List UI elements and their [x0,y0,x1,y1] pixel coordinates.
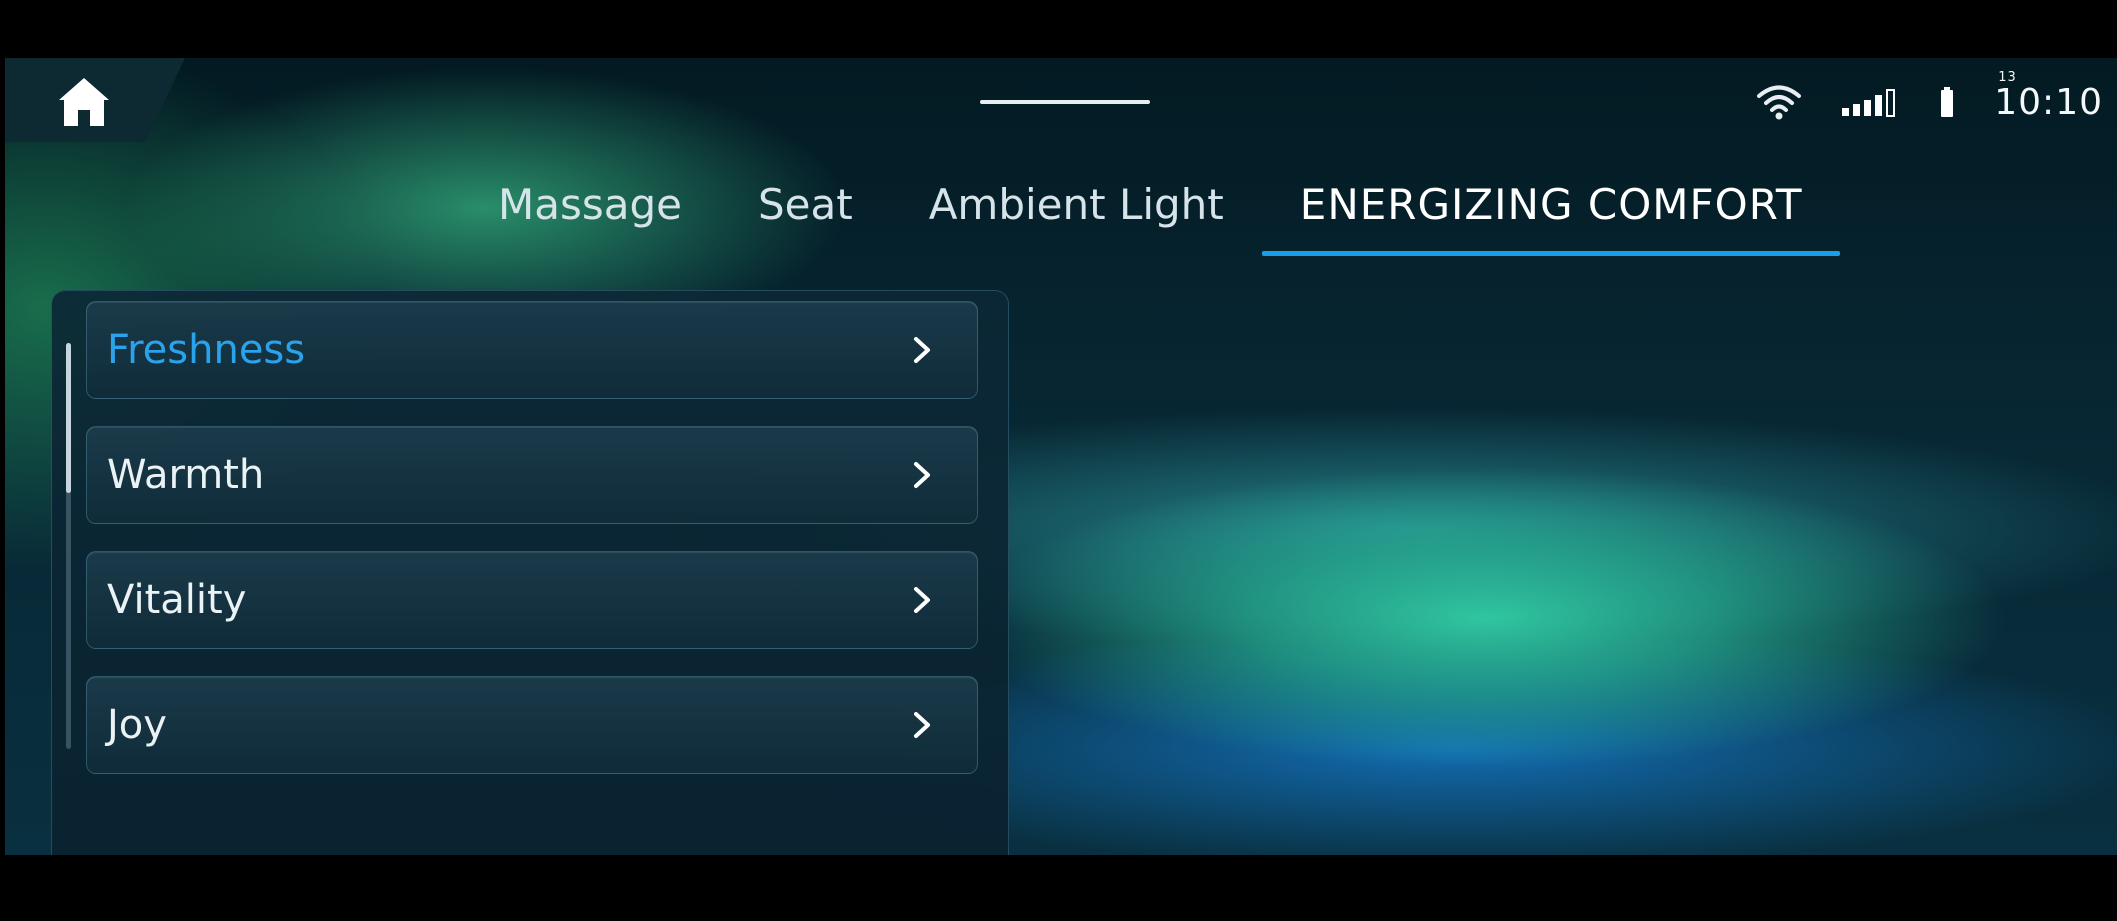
signal-strength-icon [1842,89,1896,117]
tab-seat[interactable]: Seat [720,166,891,244]
infotainment-screen: 13 10:10 Massage Seat Ambient Light ENER… [5,58,2117,855]
drag-handle[interactable] [980,100,1150,104]
tab-bar: Massage Seat Ambient Light ENERGIZING CO… [460,166,1841,256]
chevron-right-icon [914,712,930,738]
menu-item-label: Warmth [107,452,265,498]
clock-time: 10:10 [1994,81,2103,123]
home-tab[interactable] [5,58,185,142]
clock-superscript: 13 [1998,69,2017,85]
menu-item-label: Vitality [107,577,247,623]
tab-energizing-comfort[interactable]: ENERGIZING COMFORT [1261,166,1841,256]
battery-icon [1941,87,1954,117]
chevron-right-icon [914,587,930,613]
wifi-icon [1757,85,1802,120]
scrollbar[interactable] [66,343,71,749]
chevron-right-icon [914,337,930,363]
menu-item-label: Freshness [107,327,306,373]
tab-ambient-light[interactable]: Ambient Light [891,166,1262,244]
home-icon[interactable] [57,76,111,128]
energizing-menu-panel: Freshness Warmth Vitality Joy [51,290,1009,855]
menu-item-joy[interactable]: Joy [86,676,978,774]
clock: 13 10:10 [1994,70,2103,123]
chevron-right-icon [914,462,930,488]
tab-massage[interactable]: Massage [460,166,720,244]
menu-item-label: Joy [107,702,167,748]
menu-item-warmth[interactable]: Warmth [86,426,978,524]
menu-item-vitality[interactable]: Vitality [86,551,978,649]
scrollbar-thumb[interactable] [66,343,71,493]
menu-item-freshness[interactable]: Freshness [86,301,978,399]
status-bar: 13 10:10 [1756,70,2103,124]
